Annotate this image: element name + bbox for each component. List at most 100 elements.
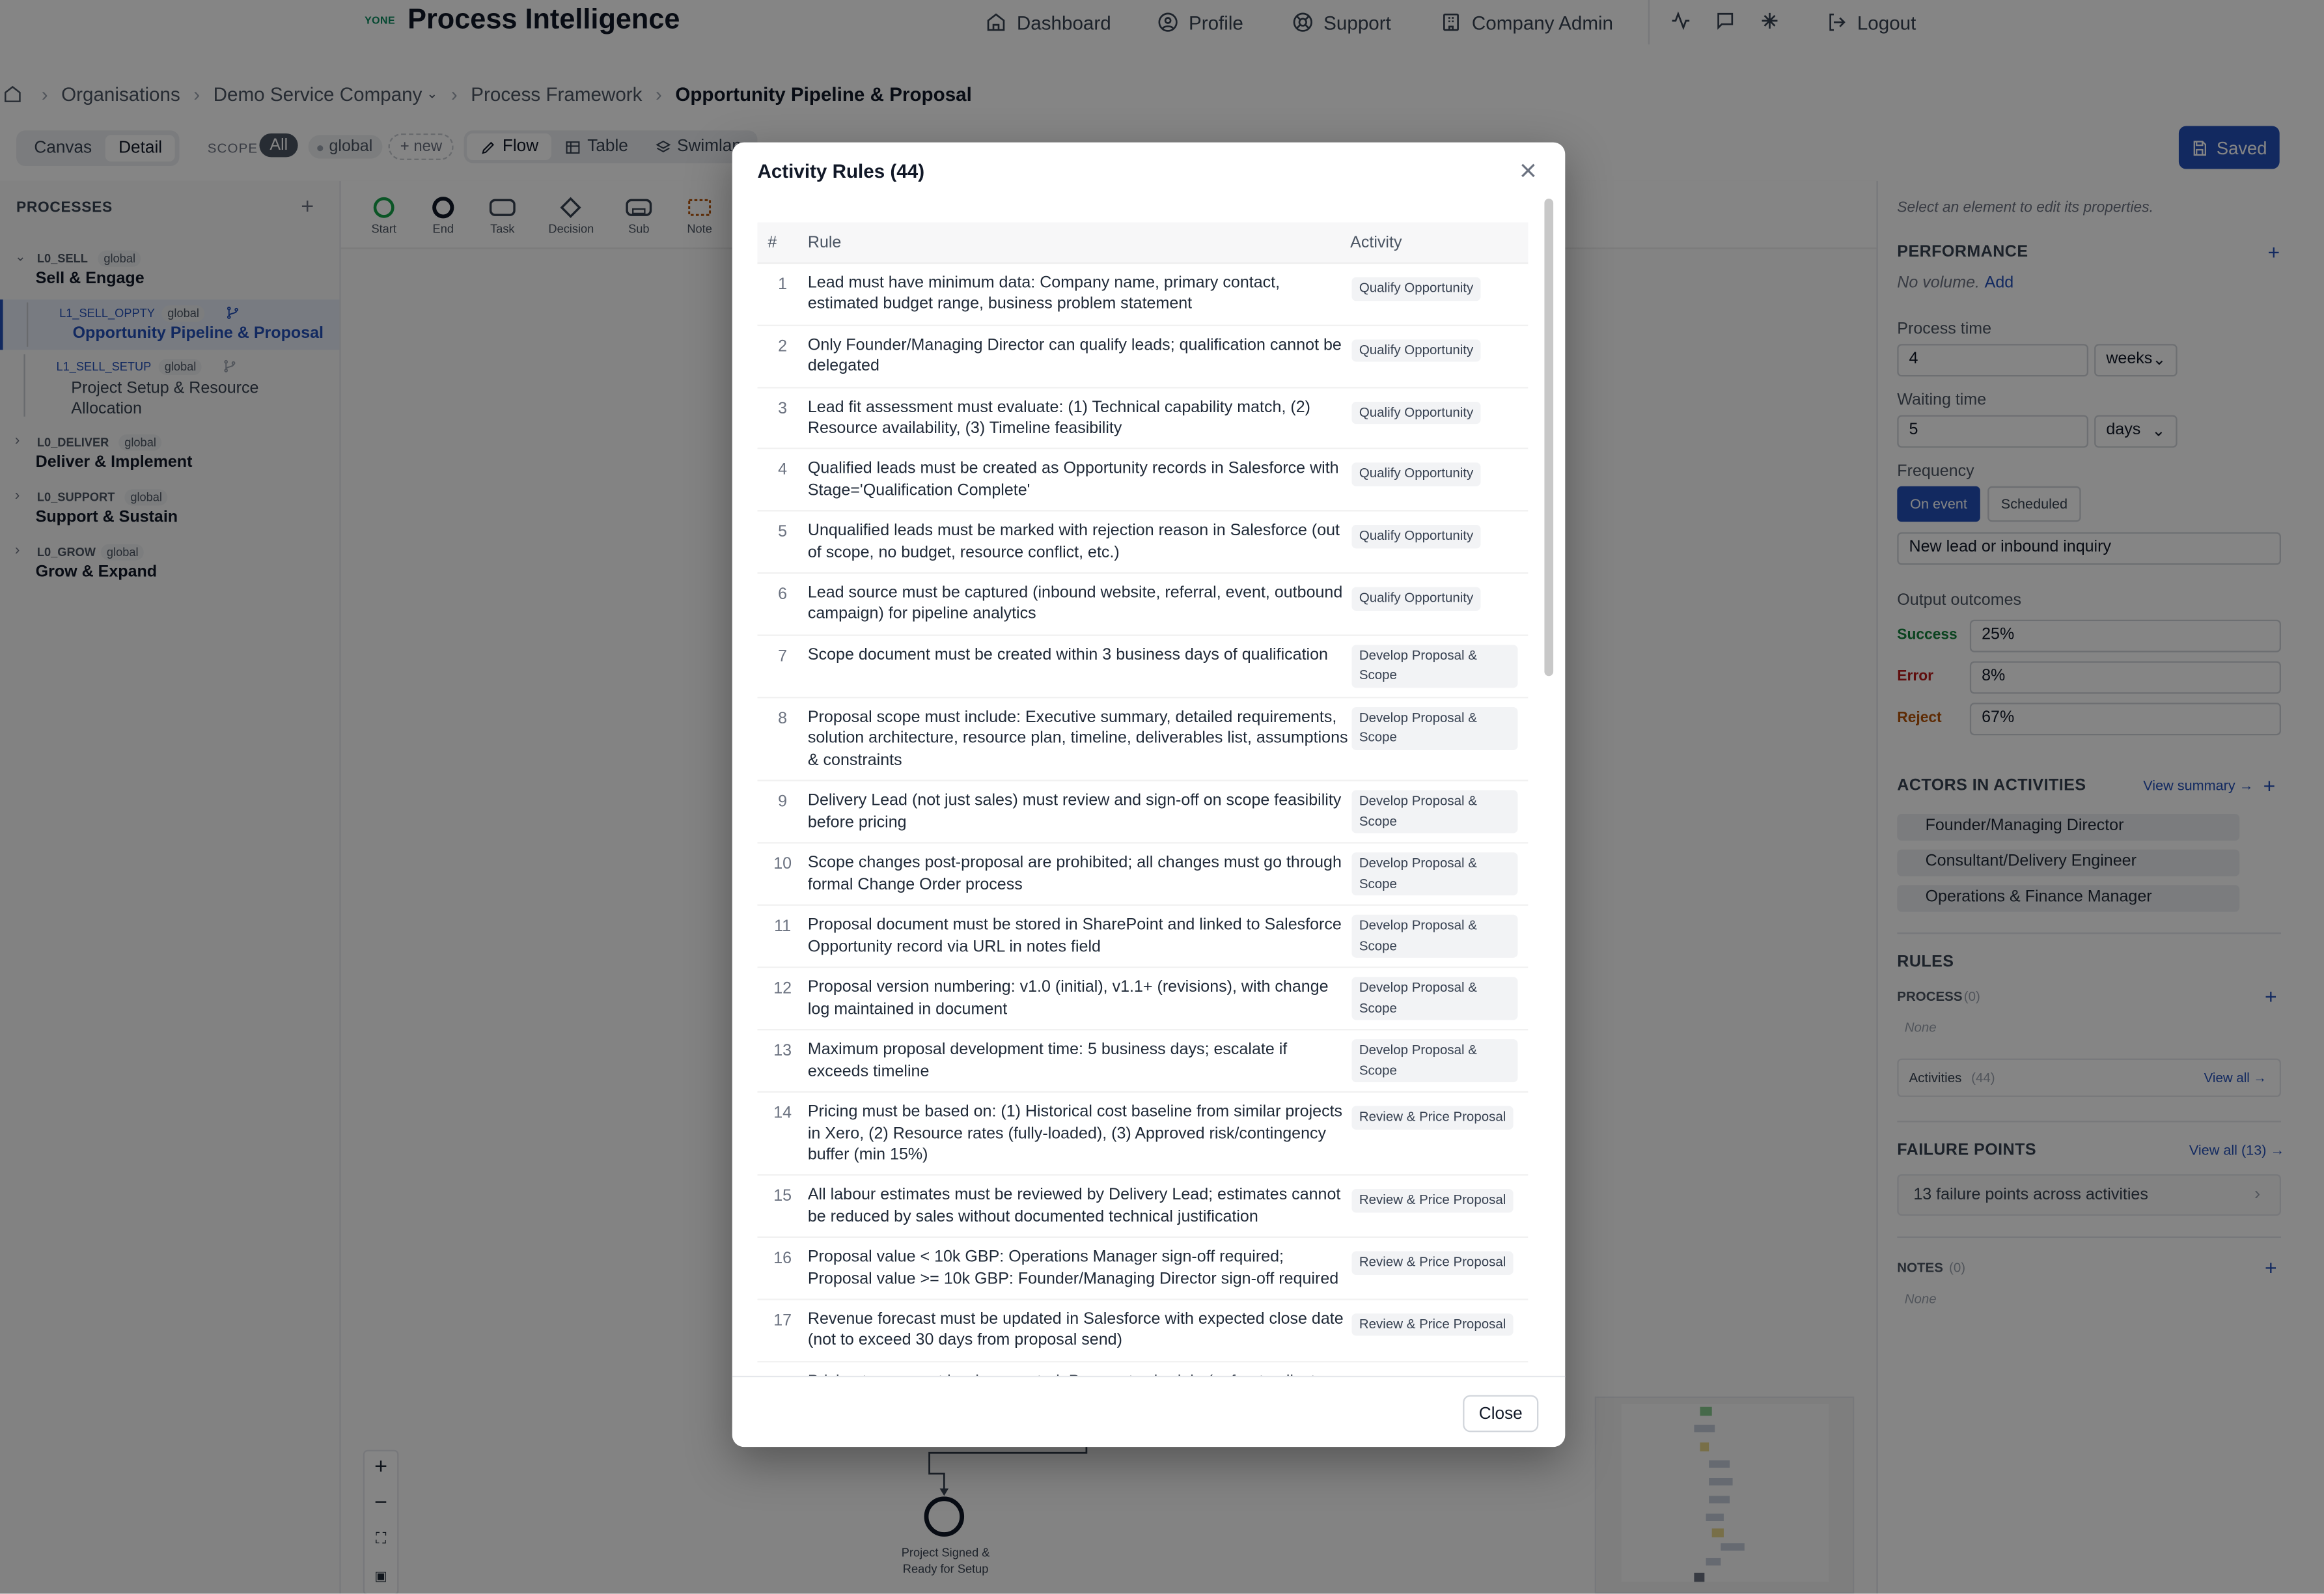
activity-tag: Qualify Opportunity [1351, 587, 1481, 611]
app-root: YONE Process Intelligence Dashboard Prof… [0, 0, 2324, 1594]
rule-activity-cell: Develop Proposal & Scope [1351, 852, 1518, 904]
rule-row: 2 Only Founder/Managing Director can qual… [757, 326, 1529, 388]
rule-number: 8 [778, 710, 788, 728]
rule-row: 4 Qualified leads must be created as Oppo… [757, 450, 1529, 512]
rule-activity-cell: Qualify Opportunity [1351, 583, 1481, 619]
rule-text: Pricing must be based on: (1) Historical… [807, 1103, 1343, 1164]
rule-activity-cell: Develop Proposal & Scope [1351, 1039, 1518, 1091]
activity-tag: Review & Price Proposal [1351, 1313, 1514, 1337]
activity-tag: Review & Price Proposal [1351, 1189, 1514, 1212]
rule-row: 7 Scope document must be created within 3… [757, 636, 1529, 699]
rule-number: 7 [778, 647, 788, 665]
rule-number: 4 [778, 462, 788, 480]
rule-text: Proposal version numbering: v1.0 (initia… [807, 978, 1329, 1018]
activity-tag: Develop Proposal & Scope [1351, 706, 1518, 750]
rule-activity-cell: Review & Price Proposal [1351, 1309, 1514, 1345]
rules-table: # Rule Activity 1 Lead must have minimum … [757, 222, 1529, 1376]
activity-tag: Qualify Opportunity [1351, 525, 1481, 548]
rule-activity-cell: Review & Price Proposal [1351, 1247, 1514, 1283]
rule-row: 12 Proposal version numbering: v1.0 (init… [757, 968, 1529, 1031]
rule-text: Delivery Lead (not just sales) must revi… [807, 792, 1342, 832]
activity-tag: Develop Proposal & Scope [1351, 645, 1518, 688]
rules-table-body: 1 Lead must have minimum data: Company na… [757, 264, 1529, 1376]
close-button[interactable]: Close [1463, 1395, 1539, 1433]
activity-tag: Develop Proposal & Scope [1351, 977, 1518, 1020]
rule-number: 2 [778, 337, 788, 356]
rule-activity-cell: Qualify Opportunity [1351, 521, 1481, 557]
rule-number: 11 [774, 917, 792, 936]
rule-text: Proposal scope must include: Executive s… [807, 708, 1348, 769]
rule-row: 9 Delivery Lead (not just sales) must rev… [757, 781, 1529, 844]
rule-row: 13 Maximum proposal development time: 5 b… [757, 1031, 1529, 1093]
rule-text: Pricing terms must be documented: Paymen… [808, 1371, 1350, 1376]
activity-rules-modal: Activity Rules (44) # Rule Activity 1 Lea… [732, 142, 1566, 1447]
activity-tag: Qualify Opportunity [1351, 401, 1481, 425]
rule-row: 10 Scope changes post-proposal are prohib… [757, 844, 1529, 906]
rule-activity-cell: Develop Proposal & Scope [1351, 977, 1518, 1029]
rule-activity-cell: Develop Proposal & Scope [1351, 790, 1518, 843]
activity-tag: Develop Proposal & Scope [1351, 1039, 1518, 1083]
rule-text: Lead must have minimum data: Company nam… [807, 274, 1280, 314]
activity-tag: Review & Price Proposal [1351, 1251, 1514, 1275]
rule-text: Proposal value < 10k GBP: Operations Man… [807, 1248, 1339, 1288]
activity-tag: Develop Proposal & Scope [1351, 914, 1518, 958]
rule-row: 17 Revenue forecast must be updated in Sa… [757, 1300, 1529, 1362]
activity-tag: Qualify Opportunity [1351, 339, 1481, 363]
rule-text: Qualified leads must be created as Oppor… [807, 460, 1339, 499]
rule-number: 9 [778, 793, 788, 811]
rule-row: 5 Unqualified leads must be marked with r… [757, 512, 1529, 574]
rule-activity-cell: Qualify Opportunity [1351, 397, 1481, 433]
modal-footer: Close [732, 1375, 1566, 1447]
rule-number: 15 [773, 1188, 792, 1206]
rule-text: Lead fit assessment must evaluate: (1) T… [807, 398, 1310, 438]
rule-row: 11 Proposal document must be stored in Sh… [757, 906, 1529, 968]
modal-title: Activity Rules (44) [757, 160, 925, 183]
rule-text: Maximum proposal development time: 5 bus… [807, 1041, 1288, 1080]
rule-row: 15 All labour estimates must be reviewed … [757, 1176, 1529, 1238]
rule-activity-cell: Review & Price Proposal [1351, 1371, 1514, 1376]
rule-activity-cell: Qualify Opportunity [1351, 273, 1481, 309]
rule-number: 3 [778, 399, 788, 418]
rule-number: 14 [773, 1104, 792, 1123]
rule-activity-cell: Qualify Opportunity [1351, 335, 1481, 371]
modal-scrollbar[interactable] [1544, 199, 1554, 677]
rule-number: 10 [773, 855, 792, 874]
rule-row: 16 Proposal value < 10k GBP: Operations M… [757, 1238, 1529, 1300]
rule-number: 6 [778, 585, 788, 604]
rule-number: 17 [773, 1311, 792, 1330]
activity-tag: Qualify Opportunity [1351, 463, 1481, 486]
rule-row: 3 Lead fit assessment must evaluate: (1) … [757, 388, 1529, 450]
rule-text: Revenue forecast must be updated in Sale… [807, 1310, 1344, 1350]
rule-number: 16 [773, 1250, 792, 1268]
activity-tag: Review & Price Proposal [1351, 1106, 1514, 1129]
rule-activity-cell: Review & Price Proposal [1351, 1185, 1514, 1222]
activity-tag: Develop Proposal & Scope [1351, 852, 1518, 896]
rule-number: 5 [778, 524, 788, 542]
rule-row: 14 Pricing must be based on: (1) Historic… [757, 1093, 1529, 1177]
col-rule-header: Rule [807, 233, 842, 251]
rule-row: 1 Lead must have minimum data: Company na… [757, 264, 1529, 326]
rule-row: 18Pricing terms must be documented: Paym… [757, 1362, 1528, 1376]
close-icon[interactable] [1519, 161, 1537, 179]
rule-number: 12 [773, 980, 792, 998]
activity-tag: Qualify Opportunity [1351, 277, 1481, 301]
rule-text: Proposal document must be stored in Shar… [807, 916, 1342, 956]
rule-text: All labour estimates must be reviewed by… [807, 1186, 1341, 1226]
col-number-header: # [768, 233, 777, 251]
rule-row: 8 Proposal scope must include: Executive … [757, 698, 1529, 782]
rule-text: Scope document must be created within 3 … [807, 646, 1328, 664]
rule-activity-cell: Qualify Opportunity [1351, 459, 1481, 496]
rule-number: 1 [778, 275, 788, 294]
rule-number: 18 [757, 1371, 807, 1376]
col-activity-header: Activity [1350, 233, 1402, 251]
rule-activity-cell: Review & Price Proposal [1351, 1102, 1514, 1138]
rules-table-header: # Rule Activity [757, 222, 1529, 264]
rule-text: Unqualified leads must be marked with re… [807, 522, 1340, 562]
rule-row: 6 Lead source must be captured (inbound w… [757, 574, 1529, 636]
rule-activity-cell: Develop Proposal & Scope [1351, 706, 1518, 759]
rule-text: Scope changes post-proposal are prohibit… [807, 854, 1342, 893]
rule-activity-cell: Develop Proposal & Scope [1351, 645, 1518, 697]
activity-tag: Develop Proposal & Scope [1351, 790, 1518, 833]
rule-text: Only Founder/Managing Director can quali… [807, 336, 1342, 376]
rule-text: Lead source must be captured (inbound we… [807, 584, 1343, 624]
